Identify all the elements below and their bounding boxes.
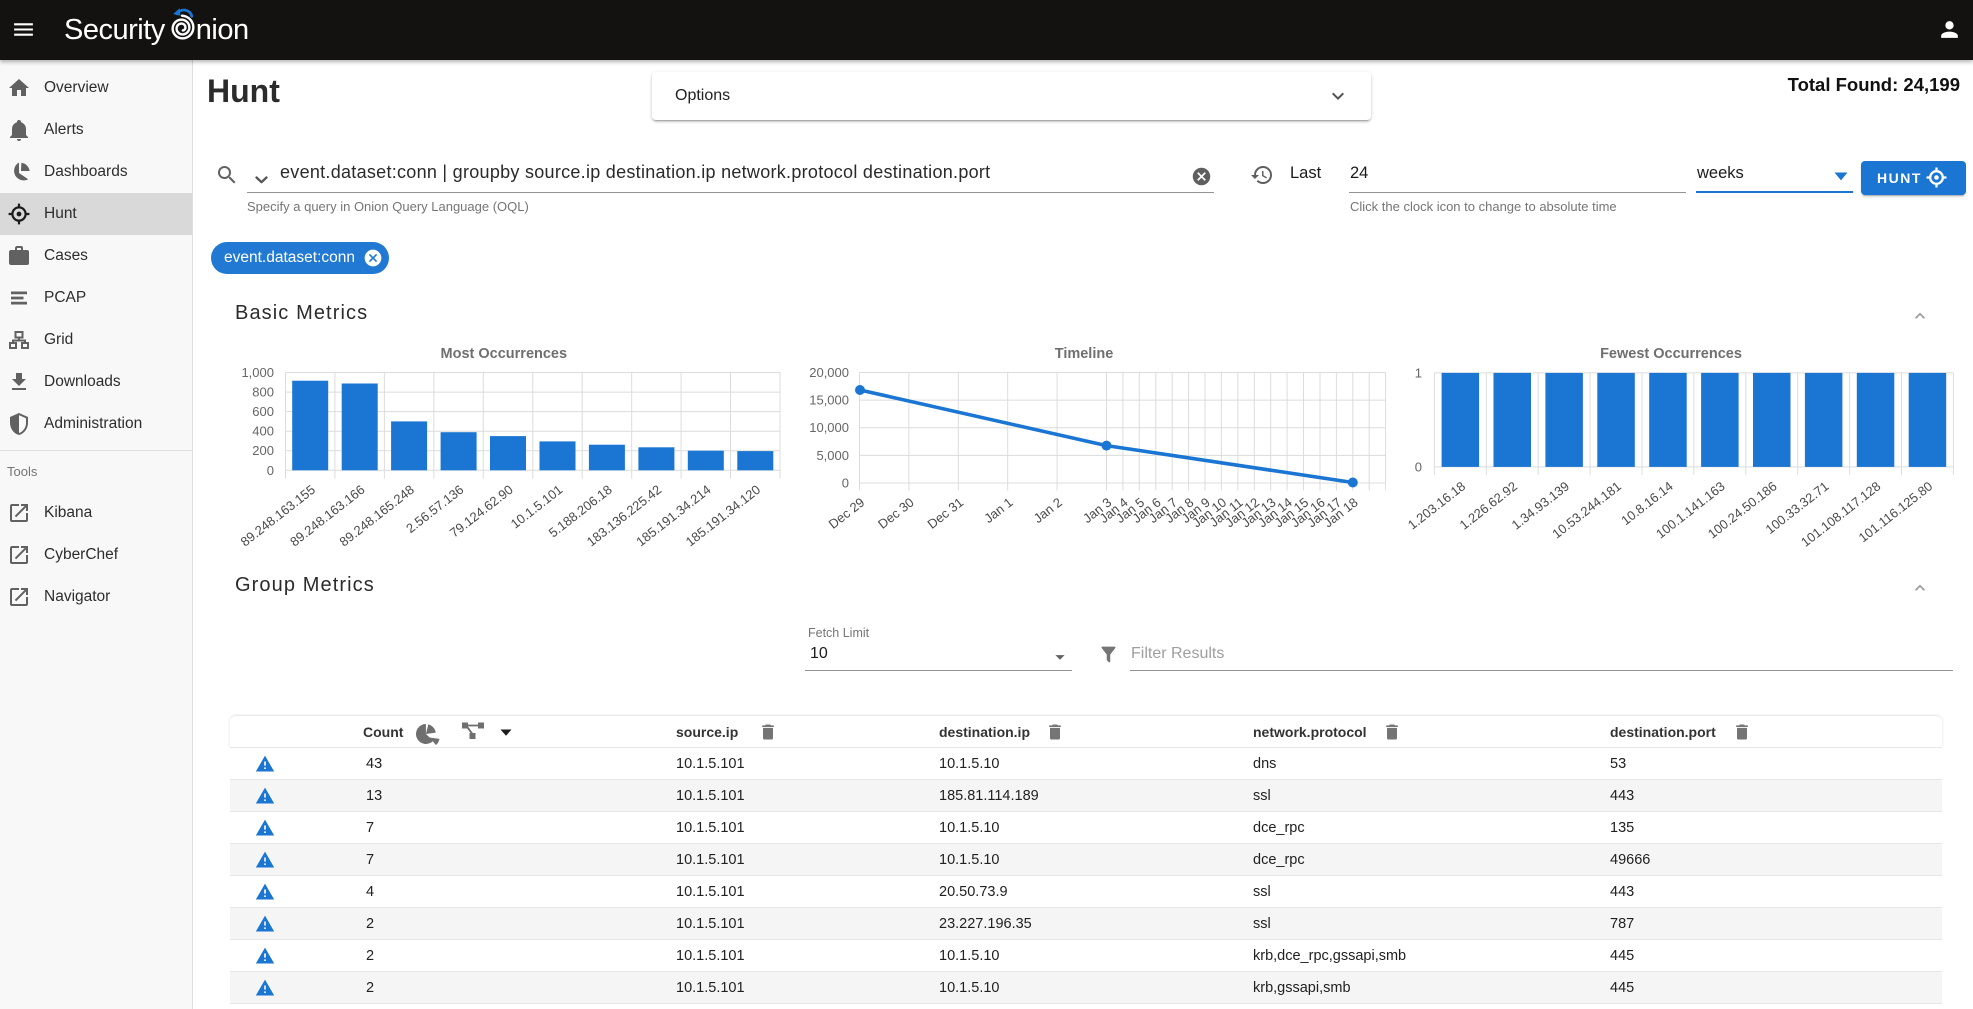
svg-text:Jan 1: Jan 1 bbox=[981, 495, 1015, 526]
svg-text:1,000: 1,000 bbox=[241, 365, 274, 380]
svg-text:200: 200 bbox=[252, 443, 274, 458]
svg-text:600: 600 bbox=[252, 404, 274, 419]
svg-text:0: 0 bbox=[842, 476, 849, 491]
svg-text:Dec 30: Dec 30 bbox=[875, 495, 917, 532]
svg-text:Dec 29: Dec 29 bbox=[826, 495, 868, 532]
svg-text:Most Occurrences: Most Occurrences bbox=[441, 346, 568, 362]
svg-text:15,000: 15,000 bbox=[809, 393, 849, 408]
svg-text:10,000: 10,000 bbox=[809, 420, 849, 435]
svg-text:Jan 2: Jan 2 bbox=[1031, 495, 1065, 526]
svg-text:20,000: 20,000 bbox=[809, 365, 849, 380]
svg-text:0: 0 bbox=[1415, 459, 1422, 474]
svg-text:5,000: 5,000 bbox=[816, 448, 849, 463]
svg-text:0: 0 bbox=[267, 463, 274, 478]
svg-text:Dec 31: Dec 31 bbox=[924, 495, 966, 532]
svg-text:Fewest Occurrences: Fewest Occurrences bbox=[1600, 346, 1742, 362]
svg-text:400: 400 bbox=[252, 424, 274, 439]
svg-text:1: 1 bbox=[1415, 365, 1422, 380]
svg-text:800: 800 bbox=[252, 385, 274, 400]
svg-text:Timeline: Timeline bbox=[1055, 346, 1114, 362]
